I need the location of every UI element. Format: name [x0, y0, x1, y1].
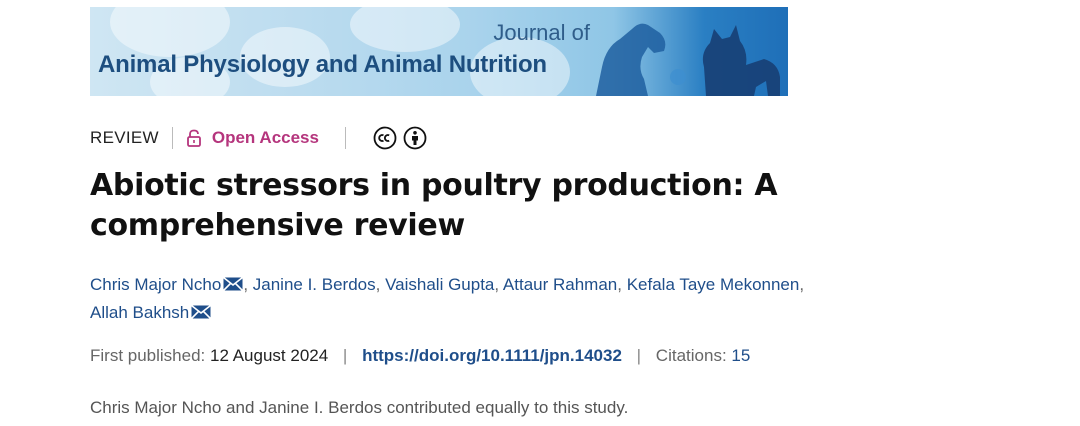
- author-link[interactable]: Vaishali Gupta: [385, 275, 494, 294]
- author-link[interactable]: Chris Major Ncho: [90, 275, 221, 294]
- author-separator: ,: [617, 275, 627, 294]
- separator: |: [342, 346, 348, 365]
- open-access-label[interactable]: Open Access: [212, 128, 319, 148]
- publication-info: First published: 12 August 2024 | https:…: [90, 346, 750, 366]
- first-published-date: 12 August 2024: [210, 346, 329, 365]
- license-icons[interactable]: [373, 126, 433, 150]
- citations-count[interactable]: 15: [731, 346, 750, 365]
- author-separator: ,: [375, 275, 386, 294]
- citations-label: Citations:: [655, 346, 727, 365]
- banner-journal-of: Journal of: [493, 20, 590, 45]
- author-link[interactable]: Kefala Taye Mekonnen: [627, 275, 800, 294]
- author-list: Chris Major Ncho, Janine I. Berdos, Vais…: [90, 271, 970, 327]
- creative-commons-icon[interactable]: [373, 126, 397, 150]
- banner-journal-title: Animal Physiology and Animal Nutrition: [98, 51, 547, 78]
- author-link[interactable]: Allah Bakhsh: [90, 303, 189, 322]
- animal-silhouettes-icon: [596, 23, 780, 96]
- separator: |: [636, 346, 642, 365]
- first-published-label: First published:: [90, 346, 206, 365]
- author-separator: ,: [494, 275, 503, 294]
- contribution-note: Chris Major Ncho and Janine I. Berdos co…: [90, 398, 629, 417]
- email-icon[interactable]: [223, 277, 244, 291]
- author-link[interactable]: Janine I. Berdos: [253, 275, 376, 294]
- divider: [344, 127, 346, 149]
- open-lock-icon: [186, 129, 201, 147]
- divider: [171, 127, 173, 149]
- email-icon[interactable]: [191, 305, 212, 319]
- article-type: REVIEW: [90, 128, 159, 147]
- article-header: Journal of Animal Physiology and Animal …: [0, 0, 1080, 426]
- author-separator: ,: [799, 275, 805, 294]
- author-link[interactable]: Attaur Rahman: [503, 275, 617, 294]
- doi-link[interactable]: https://doi.org/10.1111/jpn.14032: [362, 346, 622, 365]
- journal-banner[interactable]: Journal of Animal Physiology and Animal …: [90, 7, 788, 96]
- attribution-icon[interactable]: [403, 126, 427, 150]
- author-separator: ,: [243, 275, 253, 294]
- article-title: Abiotic stressors in poultry production:…: [90, 168, 778, 243]
- article-meta-row: REVIEW Open Access: [90, 124, 433, 152]
